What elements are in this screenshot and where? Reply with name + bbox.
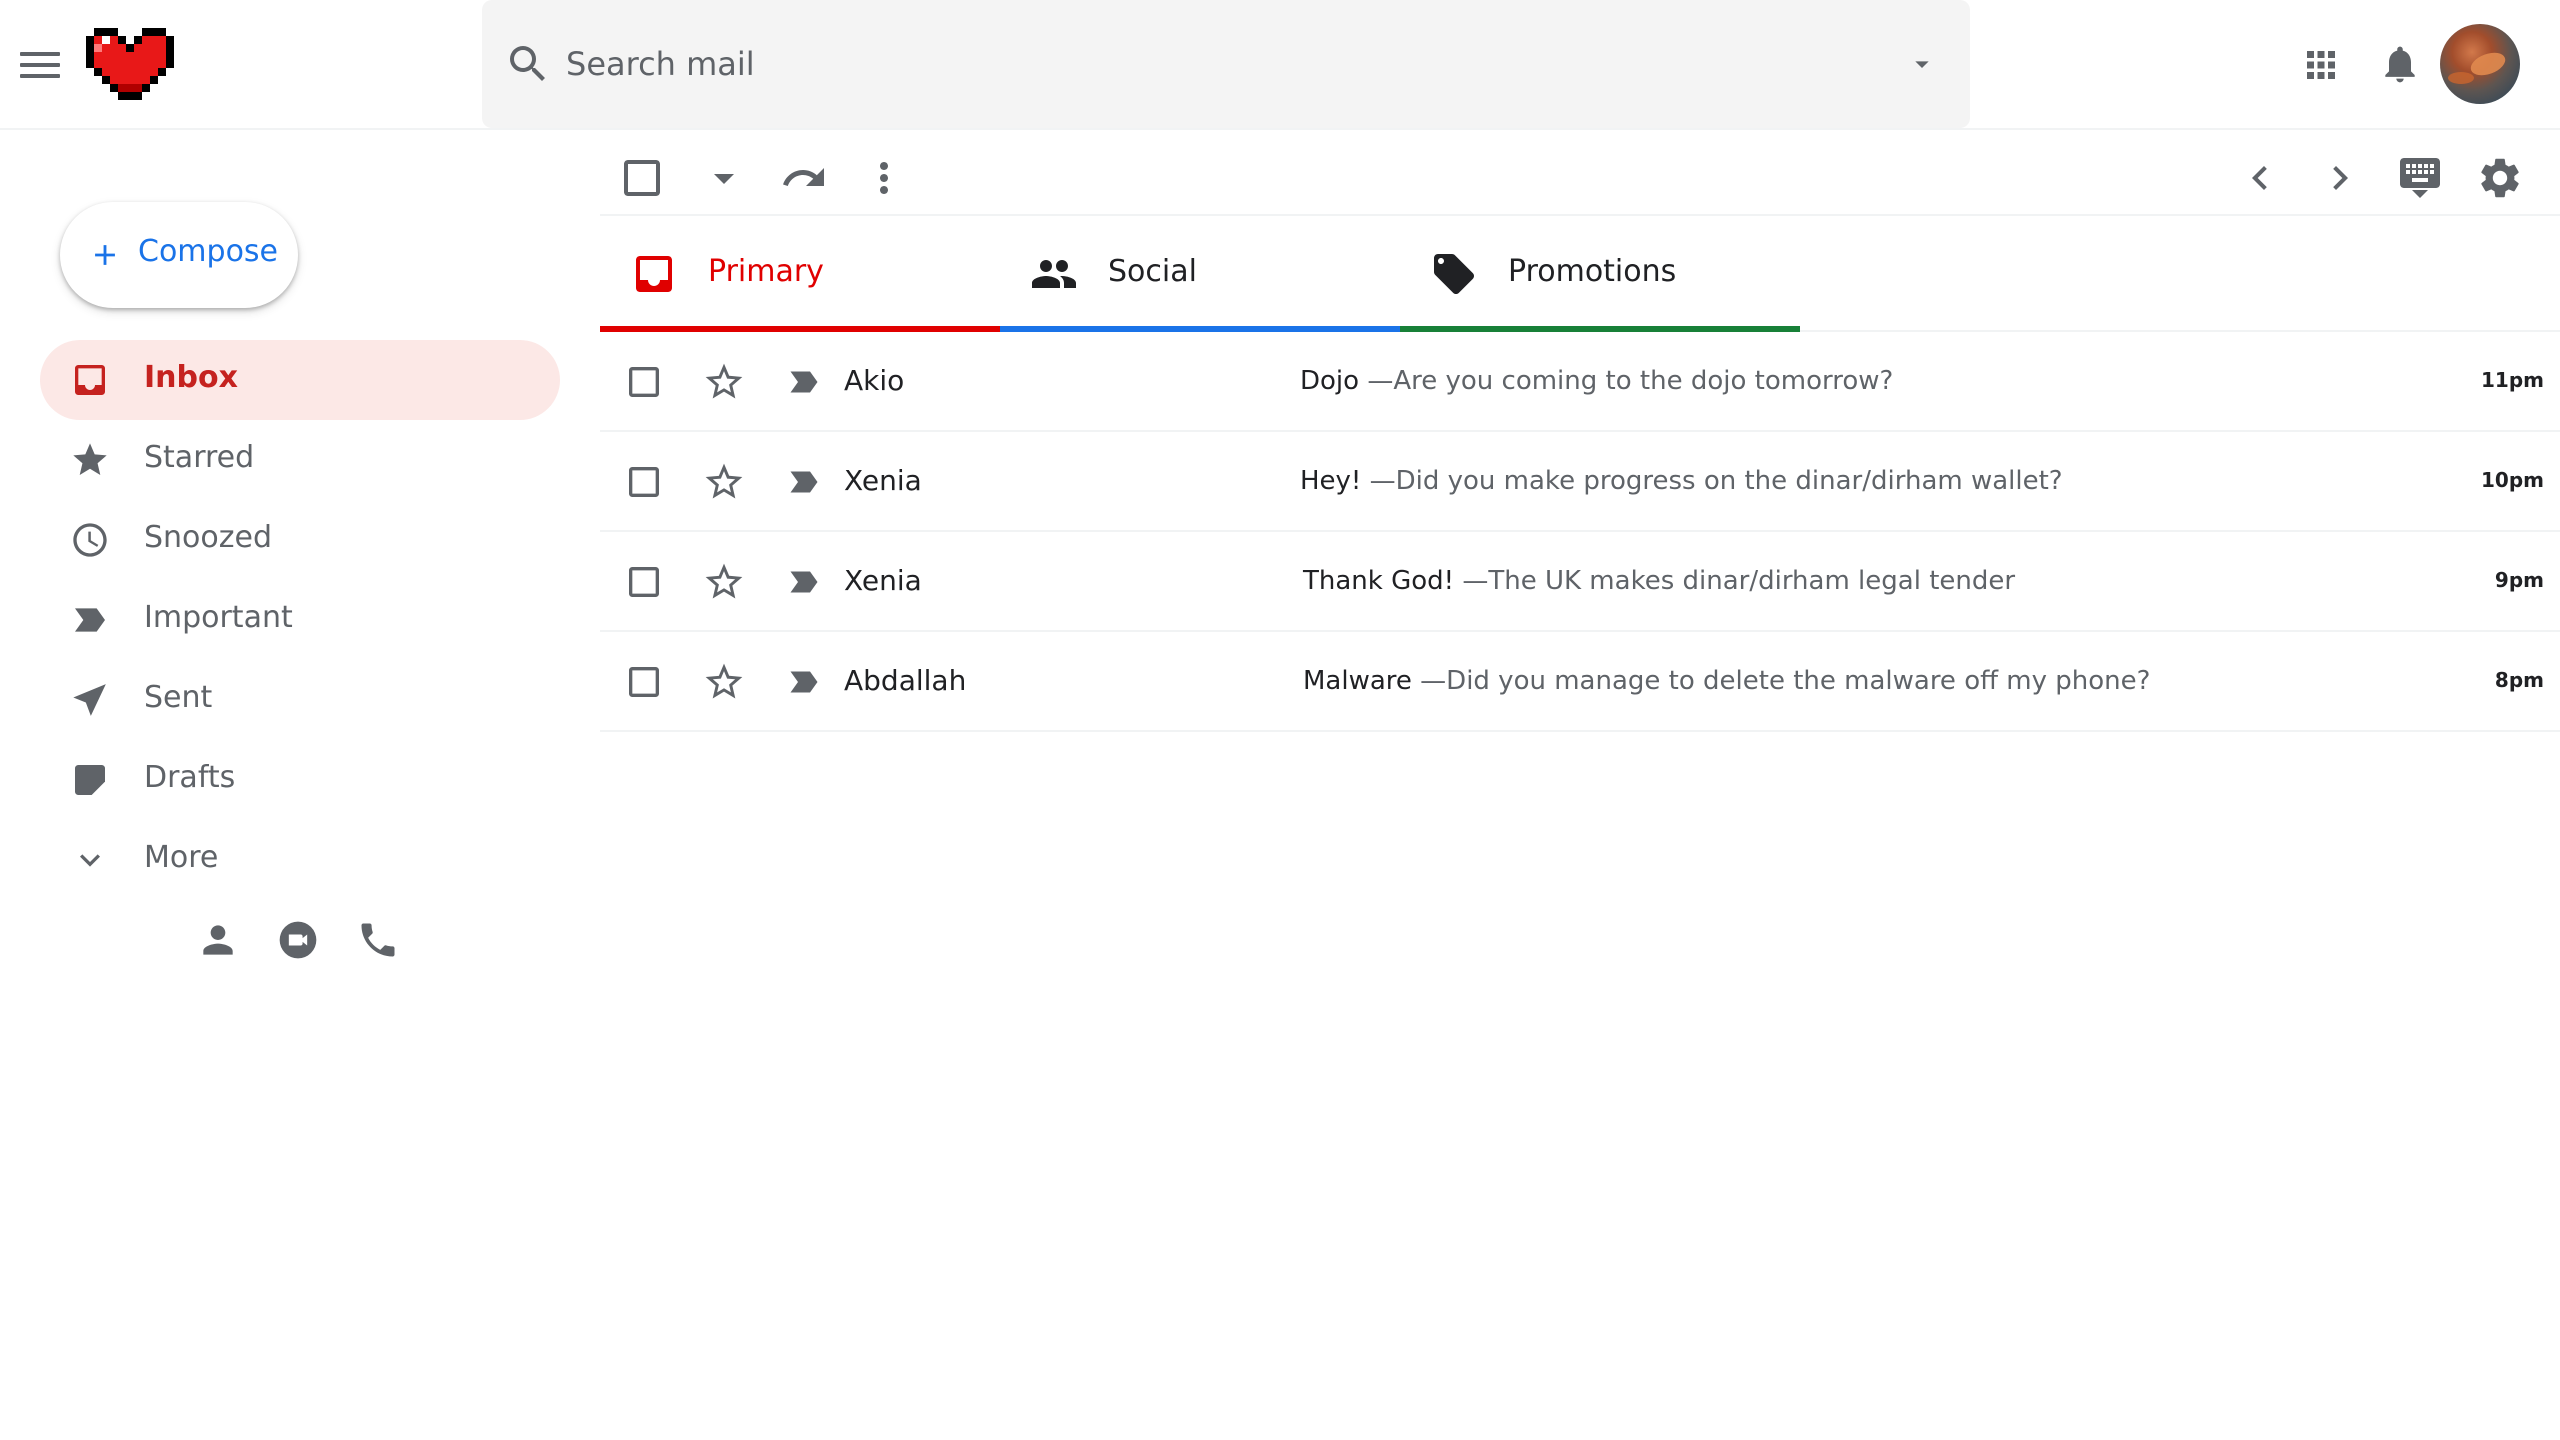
email-content: Hey! —Did you make progress on the dinar…	[1300, 466, 2063, 496]
refresh-icon[interactable]	[780, 154, 828, 202]
tab-promotions[interactable]: Promotions	[1400, 216, 1800, 332]
category-tabs: Primary Social Promotions	[600, 214, 2560, 332]
important-marker-icon[interactable]	[786, 364, 822, 400]
video-call-icon[interactable]	[276, 918, 320, 962]
email-snippet: —Did you manage to delete the malware of…	[1420, 666, 2151, 696]
sidebar-item-starred[interactable]: Starred	[40, 420, 560, 500]
newer-page-icon[interactable]	[2236, 154, 2284, 202]
compose-button[interactable]: Compose	[60, 202, 298, 308]
email-sender: Xenia	[844, 564, 922, 597]
row-checkbox[interactable]	[624, 462, 664, 502]
keyboard-icon[interactable]	[2396, 154, 2444, 202]
select-all-checkbox[interactable]	[618, 154, 666, 202]
sidebar-item-sent[interactable]: Sent	[40, 660, 560, 740]
email-subject: Thank God!	[1303, 566, 1455, 596]
more-options-icon[interactable]	[860, 154, 908, 202]
select-options-dropdown-icon[interactable]	[700, 154, 748, 202]
email-sender: Xenia	[844, 464, 922, 497]
email-sender: Akio	[844, 364, 905, 397]
star-outline-icon[interactable]	[702, 660, 746, 704]
row-checkbox[interactable]	[624, 362, 664, 402]
compose-label: Compose	[138, 234, 279, 269]
heart-logo-icon[interactable]	[86, 28, 174, 100]
important-marker-icon[interactable]	[786, 564, 822, 600]
important-marker-icon[interactable]	[786, 664, 822, 700]
email-time: 10pm	[2481, 468, 2544, 492]
sidebar-item-snoozed[interactable]: Snoozed	[40, 500, 560, 580]
draft-icon	[75, 765, 105, 795]
sidebar-item-label: Sent	[144, 680, 213, 715]
inbox-icon	[75, 365, 105, 395]
person-icon[interactable]	[196, 918, 240, 962]
email-sender: Abdallah	[844, 664, 967, 697]
email-snippet: —Are you coming to the dojo tomorrow?	[1367, 366, 1894, 396]
phone-icon[interactable]	[356, 918, 400, 962]
email-content: Thank God! —The UK makes dinar/dirham le…	[1303, 566, 2015, 596]
email-row[interactable]: Akio Dojo —Are you coming to the dojo to…	[600, 332, 2560, 432]
email-time: 8pm	[2494, 668, 2544, 692]
star-outline-icon[interactable]	[702, 560, 746, 604]
notifications-bell-icon[interactable]	[2378, 40, 2422, 88]
email-list: Akio Dojo —Are you coming to the dojo to…	[600, 332, 2560, 732]
tag-icon	[1434, 254, 1474, 294]
email-snippet: —The UK makes dinar/dirham legal tender	[1462, 566, 2016, 596]
sidebar-item-more[interactable]: More	[40, 820, 560, 900]
tab-label: Social	[1108, 254, 1197, 289]
older-page-icon[interactable]	[2316, 154, 2364, 202]
hamburger-icon	[20, 52, 60, 56]
tab-primary[interactable]: Primary	[600, 216, 1000, 332]
plus-icon	[95, 245, 115, 265]
tab-label: Promotions	[1508, 254, 1677, 289]
chevron-down-icon	[80, 854, 100, 867]
email-subject: Dojo	[1300, 366, 1360, 396]
sidebar-item-label: Starred	[144, 440, 255, 475]
top-header	[0, 0, 2560, 130]
sidebar-item-label: Important	[144, 600, 293, 635]
sidebar-item-label: Inbox	[144, 360, 238, 395]
star-outline-icon[interactable]	[702, 460, 746, 504]
email-subject: Hey!	[1300, 466, 1362, 496]
important-icon	[75, 608, 105, 632]
search-bar[interactable]	[482, 0, 1970, 128]
people-icon	[1032, 260, 1076, 288]
email-row[interactable]: Abdallah Malware —Did you manage to dele…	[600, 632, 2560, 732]
email-snippet: —Did you make progress on the dinar/dirh…	[1369, 466, 2063, 496]
sidebar-item-important[interactable]: Important	[40, 580, 560, 660]
inbox-icon	[636, 256, 672, 292]
sidebar-item-drafts[interactable]: Drafts	[40, 740, 560, 820]
tab-social[interactable]: Social	[1000, 216, 1400, 332]
apps-grid-icon[interactable]	[2300, 44, 2342, 86]
mail-toolbar	[600, 140, 2560, 216]
email-time: 11pm	[2481, 368, 2544, 392]
user-avatar[interactable]	[2440, 24, 2520, 104]
star-outline-icon[interactable]	[702, 360, 746, 404]
important-marker-icon[interactable]	[786, 464, 822, 500]
search-options-dropdown-icon[interactable]	[1906, 48, 1938, 80]
sidebar-item-label: Drafts	[144, 760, 236, 795]
email-row[interactable]: Xenia Thank God! —The UK makes dinar/dir…	[600, 532, 2560, 632]
star-icon	[73, 443, 107, 475]
main-menu-button[interactable]	[20, 48, 62, 82]
row-checkbox[interactable]	[624, 662, 664, 702]
email-row[interactable]: Xenia Hey! —Did you make progress on the…	[600, 432, 2560, 532]
email-time: 9pm	[2494, 568, 2544, 592]
row-checkbox[interactable]	[624, 562, 664, 602]
search-input[interactable]	[566, 34, 1846, 94]
tab-label: Primary	[708, 254, 824, 289]
sidebar-item-inbox[interactable]: Inbox	[40, 340, 560, 420]
search-icon[interactable]	[504, 40, 552, 88]
sidebar-item-label: Snoozed	[144, 520, 273, 555]
email-content: Dojo —Are you coming to the dojo tomorro…	[1300, 366, 1893, 396]
contact-shortcuts	[196, 918, 406, 962]
clock-icon	[73, 523, 107, 557]
sidebar-nav: Inbox Starred Snoozed Important Sent Dra…	[40, 340, 560, 900]
settings-gear-icon[interactable]	[2476, 154, 2524, 202]
send-icon	[73, 684, 106, 716]
email-subject: Malware	[1303, 666, 1412, 696]
email-content: Malware —Did you manage to delete the ma…	[1303, 666, 2150, 696]
sidebar-item-label: More	[144, 840, 219, 875]
